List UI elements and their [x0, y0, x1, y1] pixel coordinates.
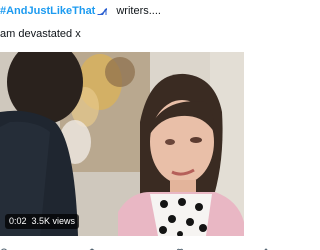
share-icon[interactable]: [262, 243, 270, 250]
hashtag-link[interactable]: #AndJustLikeThat: [0, 5, 95, 17]
video-time: 0:02: [9, 216, 27, 226]
tweet-text: am devastated x: [0, 28, 81, 40]
video-views: 3.5K views: [31, 216, 76, 226]
retweet-icon[interactable]: [88, 243, 96, 250]
video-stats-badge: 0:02 3.5K views: [5, 214, 80, 229]
high-heel-icon: [96, 5, 108, 17]
like-icon[interactable]: [176, 243, 184, 250]
header-text: writers....: [116, 5, 161, 17]
tweet-header-line: #AndJustLikeThat writers....: [0, 3, 161, 19]
reply-icon[interactable]: [0, 243, 8, 250]
tweet-card: #AndJustLikeThat writers.... am devastat…: [0, 0, 300, 250]
tweet-actions-bar: [0, 243, 300, 250]
video-player[interactable]: 0:02 3.5K views: [0, 52, 244, 236]
video-frame: [0, 52, 244, 236]
